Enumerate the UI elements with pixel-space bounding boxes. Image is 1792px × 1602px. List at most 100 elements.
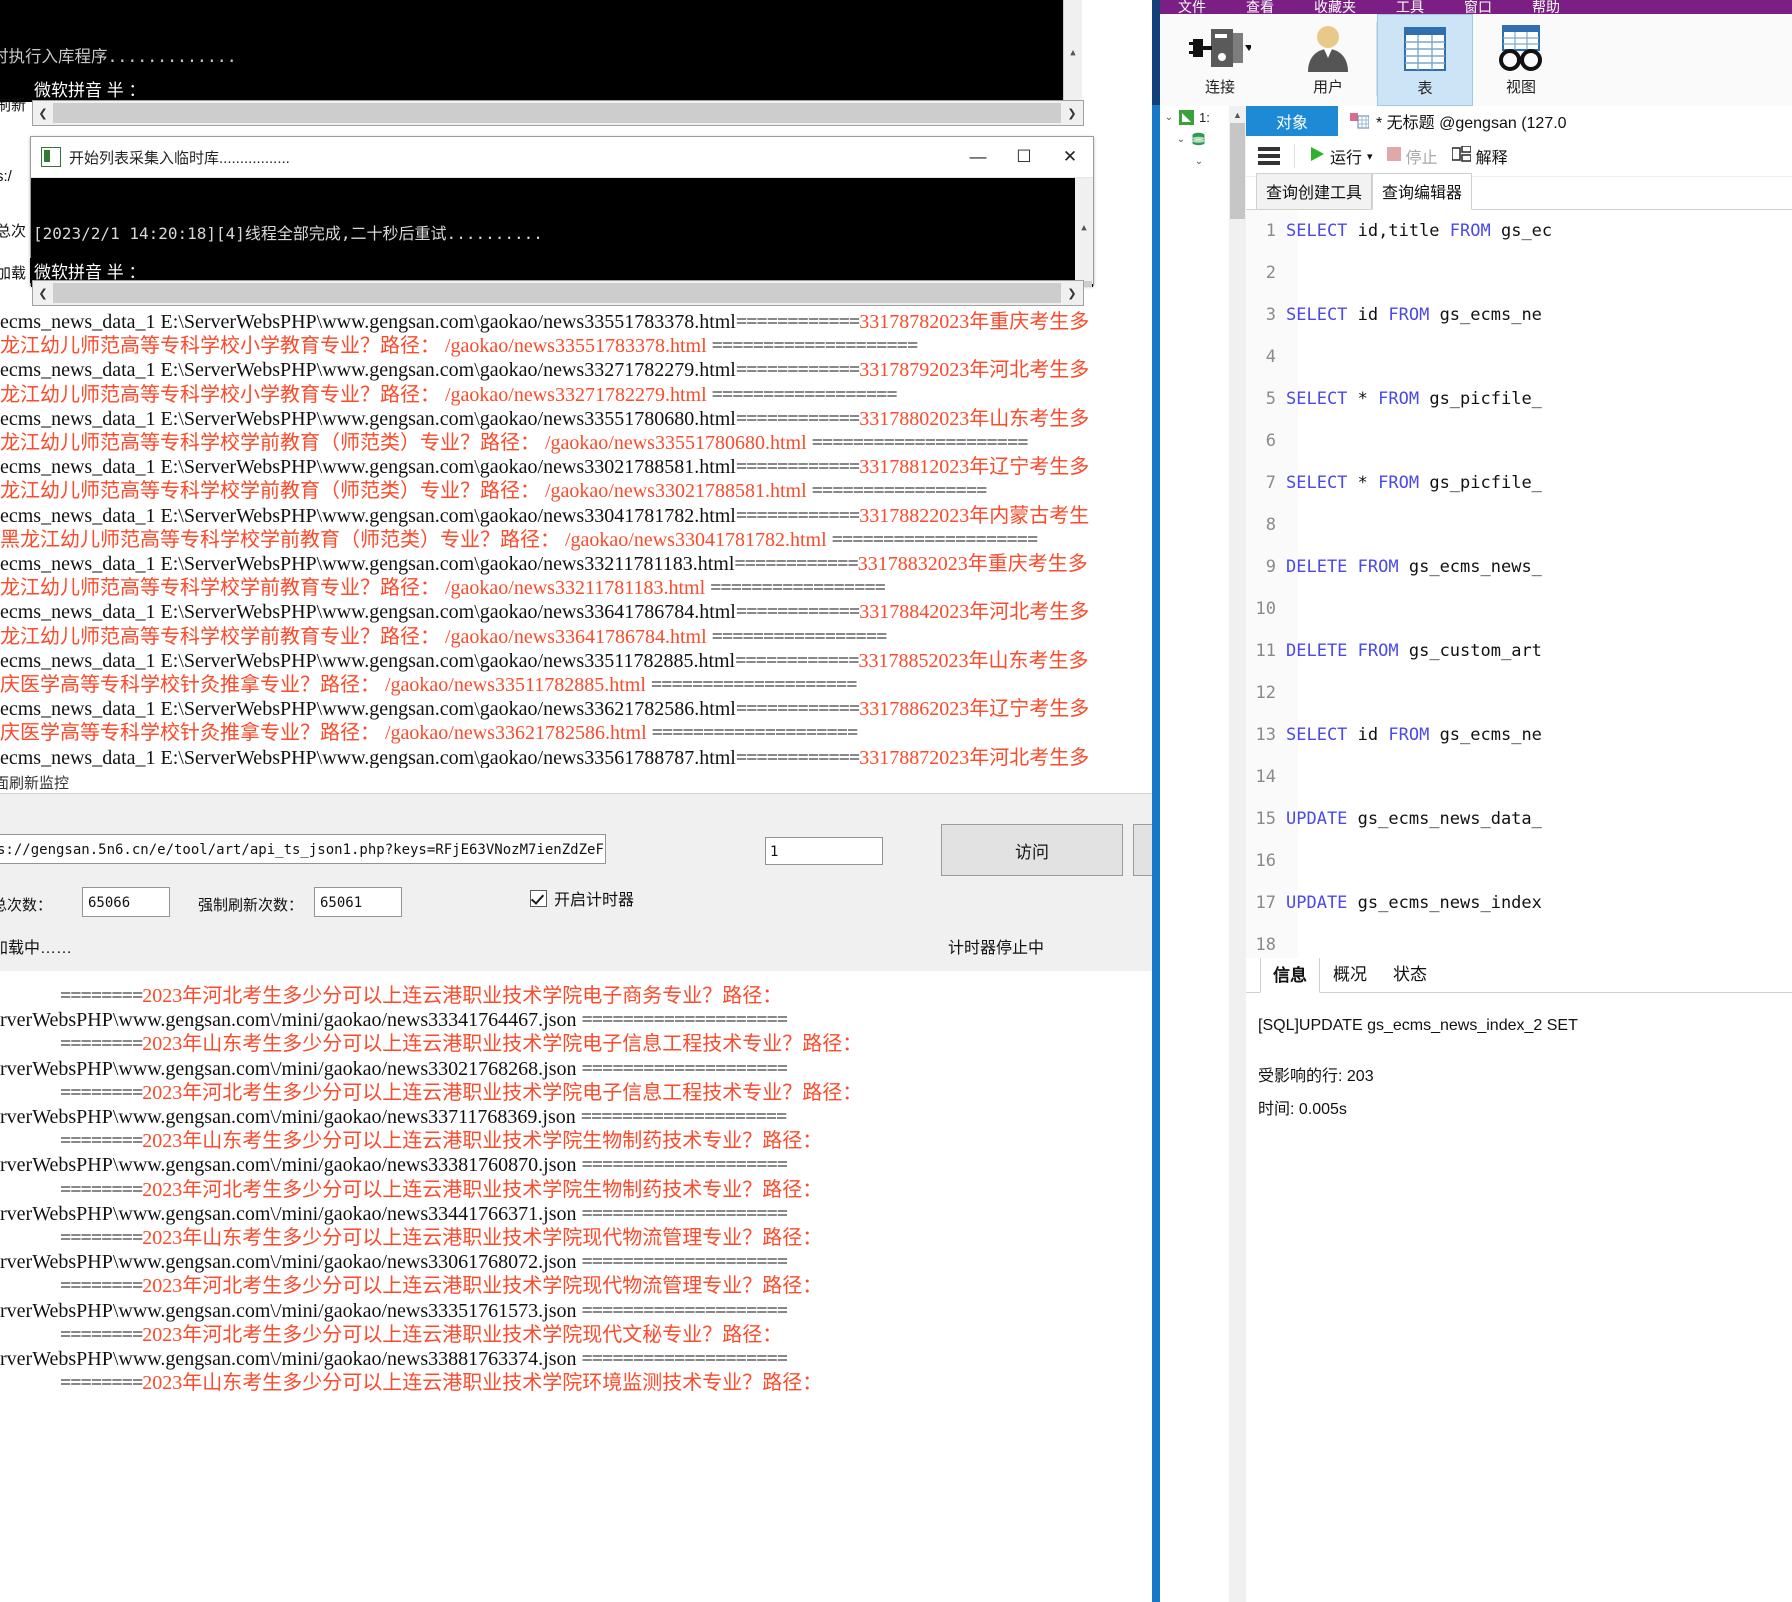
- timer-checkbox-row[interactable]: 开启计时器: [530, 886, 634, 910]
- json-log-line: rverWebsPHP\www.gengsan.com\/mini/gaokao…: [0, 1299, 788, 1322]
- sql-line[interactable]: 16: [1246, 840, 1792, 882]
- secondary-button[interactable]: [1133, 824, 1152, 876]
- sql-line-number: 9: [1265, 557, 1276, 577]
- menu-item-window[interactable]: 窗口: [1464, 0, 1492, 14]
- menu-item-favorites[interactable]: 收藏夹: [1314, 0, 1356, 14]
- sql-line-number: 4: [1265, 347, 1276, 367]
- sql-line[interactable]: 10: [1246, 588, 1792, 630]
- hscroll-thumb[interactable]: [53, 103, 1061, 123]
- sql-line[interactable]: 6: [1246, 420, 1792, 462]
- object-tree-panel[interactable]: ⌄ 1: ⌄ ⌄ ▲: [1160, 106, 1247, 1602]
- sql-editor[interactable]: 1 SELECT id,title FROM gs_ec 2 3 SELECT id F…: [1246, 210, 1792, 958]
- log-line: 庆医学高等专科学校针灸推拿专业？路径： /gaokao/news33511782…: [0, 674, 857, 697]
- menu-item-help[interactable]: 帮助: [1532, 0, 1560, 14]
- count-input[interactable]: 1: [765, 837, 883, 865]
- log-line: ecms_news_data_1 E:\ServerWebsPHP\www.ge…: [0, 311, 1090, 333]
- ribbon-button-view[interactable]: 视图: [1473, 14, 1569, 106]
- menubar[interactable]: 文件 查看 收藏夹 工具 窗口 帮助: [1160, 0, 1792, 14]
- sql-line[interactable]: 18: [1246, 924, 1792, 958]
- menu-item-file[interactable]: 文件: [1178, 0, 1206, 14]
- tab-query-label: * 无标题 @gengsan (127.0: [1376, 115, 1567, 132]
- log-line: 黑龙江幼儿师范高等专科学校学前教育（师范类）专业？路径： /gaokao/new…: [0, 528, 1038, 551]
- console2-vertical-scrollbar[interactable]: ▲ ▼: [1075, 178, 1093, 287]
- sql-line[interactable]: 7 SELECT * FROM gs_picfile_: [1246, 462, 1792, 504]
- tree-label-connection: 1:: [1199, 109, 1210, 125]
- query-mode-tabs[interactable]: 查询创建工具 查询编辑器: [1246, 173, 1792, 210]
- chevron-down-icon[interactable]: ⌄: [1194, 156, 1204, 167]
- minimize-button[interactable]: —: [955, 137, 1001, 177]
- scroll-up-icon[interactable]: ▲: [1075, 220, 1093, 237]
- sql-line[interactable]: 14: [1246, 756, 1792, 798]
- console1-vertical-scrollbar[interactable]: ▲ ▼: [1063, 0, 1082, 100]
- json-generation-log[interactable]: ========2023年河北考生多少分可以上连云港职业技术学院电子商务专业？路…: [0, 972, 1152, 1602]
- tab-profile[interactable]: 概况: [1320, 955, 1380, 992]
- run-button[interactable]: 运行 ▾: [1309, 144, 1373, 168]
- close-button[interactable]: ✕: [1047, 137, 1093, 177]
- sql-line-text: DELETE FROM gs_custom_art: [1286, 641, 1542, 661]
- query-toolbar[interactable]: 运行 ▾ 停止 解释: [1246, 136, 1792, 177]
- console1-horizontal-scrollbar[interactable]: ❮ ❯: [32, 100, 1084, 126]
- scroll-left-icon[interactable]: ❮: [33, 287, 53, 300]
- visit-button[interactable]: 访问: [941, 824, 1123, 876]
- sql-line[interactable]: 11 DELETE FROM gs_custom_art: [1246, 630, 1792, 672]
- tab-info[interactable]: 信息: [1260, 956, 1320, 993]
- sql-line[interactable]: 12: [1246, 672, 1792, 714]
- html-generation-log[interactable]: ecms_news_data_1 E:\ServerWebsPHP\www.ge…: [0, 310, 1152, 768]
- scroll-up-icon[interactable]: ▲: [1064, 44, 1082, 61]
- connection-icon: [1179, 109, 1194, 125]
- sql-line[interactable]: 3 SELECT id FROM gs_ecms_ne: [1246, 294, 1792, 336]
- ribbon-toolbar[interactable]: 连接 用户 表 视图: [1160, 14, 1792, 107]
- scroll-right-icon[interactable]: ❯: [1061, 287, 1083, 300]
- chevron-down-icon[interactable]: ▾: [1367, 150, 1373, 163]
- ribbon-button-connection[interactable]: 连接: [1160, 14, 1280, 106]
- scroll-right-icon[interactable]: ❯: [1061, 107, 1083, 120]
- checkbox-checked-icon[interactable]: [530, 889, 547, 907]
- force-refresh-value[interactable]: 65061: [314, 887, 402, 917]
- result-info-tabs[interactable]: 信息 概况 状态: [1246, 955, 1792, 993]
- json-log-line: ========2023年河北考生多少分可以上连云港职业技术学院现代物流管理专业…: [60, 1275, 823, 1298]
- sql-line[interactable]: 8: [1246, 504, 1792, 546]
- sql-line[interactable]: 9 DELETE FROM gs_ecms_news_: [1246, 546, 1792, 588]
- maximize-button[interactable]: ☐: [1001, 137, 1047, 177]
- sql-line[interactable]: 1 SELECT id,title FROM gs_ec: [1246, 210, 1792, 252]
- menu-item-tools[interactable]: 工具: [1396, 0, 1424, 14]
- log-line: ecms_news_data_1 E:\ServerWebsPHP\www.ge…: [0, 504, 1090, 527]
- document-tabbar[interactable]: 对象 * 无标题 @gengsan (127.0: [1246, 106, 1792, 136]
- json-log-line: rverWebsPHP\www.gengsan.com\/mini/gaokao…: [0, 1154, 788, 1177]
- tab-query-builder[interactable]: 查询创建工具: [1256, 173, 1373, 209]
- tab-query-untitled[interactable]: * 无标题 @gengsan (127.0: [1338, 106, 1792, 136]
- tab-status[interactable]: 状态: [1380, 955, 1440, 992]
- tab-query-editor[interactable]: 查询编辑器: [1372, 173, 1473, 210]
- sql-line[interactable]: 5 SELECT * FROM gs_picfile_: [1246, 378, 1792, 420]
- url-input[interactable]: s://gengsan.5n6.cn/e/tool/art/api_ts_jso…: [0, 834, 606, 864]
- stop-button[interactable]: 停止: [1386, 144, 1438, 168]
- sql-line[interactable]: 13 SELECT id FROM gs_ecms_ne: [1246, 714, 1792, 756]
- ribbon-label-table: 表: [1417, 80, 1433, 97]
- sql-line[interactable]: 4: [1246, 336, 1792, 378]
- console2-horizontal-scrollbar[interactable]: ❮ ❯: [32, 280, 1084, 306]
- sql-line[interactable]: 15 UPDATE gs_ecms_news_data_: [1246, 798, 1792, 840]
- ribbon-button-table[interactable]: 表: [1377, 14, 1473, 106]
- chevron-down-icon[interactable]: ⌄: [1164, 112, 1174, 123]
- menu-item-view[interactable]: 查看: [1246, 0, 1274, 14]
- total-count-value[interactable]: 65066: [82, 887, 170, 917]
- ribbon-button-user[interactable]: 用户: [1280, 14, 1376, 106]
- console2-line-0: [2023/2/1 14:20:18][4]线程全部完成,二十秒后重试.....…: [33, 224, 543, 243]
- sql-line[interactable]: 2: [1246, 252, 1792, 294]
- chevron-down-icon[interactable]: ⌄: [1176, 134, 1186, 145]
- scrollbar-thumb[interactable]: [1230, 123, 1245, 219]
- timer-checkbox-label: 开启计时器: [554, 892, 635, 909]
- tab-objects[interactable]: 对象: [1246, 106, 1338, 136]
- log-monitor-application: 时执行入库程序............. 定时入库任务执行中..........…: [0, 0, 1152, 1602]
- menu-hamburger-icon[interactable]: [1258, 147, 1280, 165]
- sql-line[interactable]: 17 UPDATE gs_ecms_news_index: [1246, 882, 1792, 924]
- scroll-up-icon[interactable]: ▲: [1229, 106, 1246, 123]
- scroll-left-icon[interactable]: ❮: [33, 107, 53, 120]
- sql-text-rows[interactable]: 1 SELECT id,title FROM gs_ec 2 3 SELECT id F…: [1246, 210, 1792, 958]
- ribbon-label-user: 用户: [1312, 79, 1343, 96]
- tree-vertical-scrollbar[interactable]: ▲: [1229, 106, 1246, 1602]
- refresh-monitor-status: 面刷新监控: [0, 775, 70, 792]
- explain-button[interactable]: 解释: [1450, 144, 1508, 168]
- console2-title-text: 开始列表采集入临时库.................: [69, 149, 290, 167]
- hscroll-thumb[interactable]: [53, 283, 1061, 303]
